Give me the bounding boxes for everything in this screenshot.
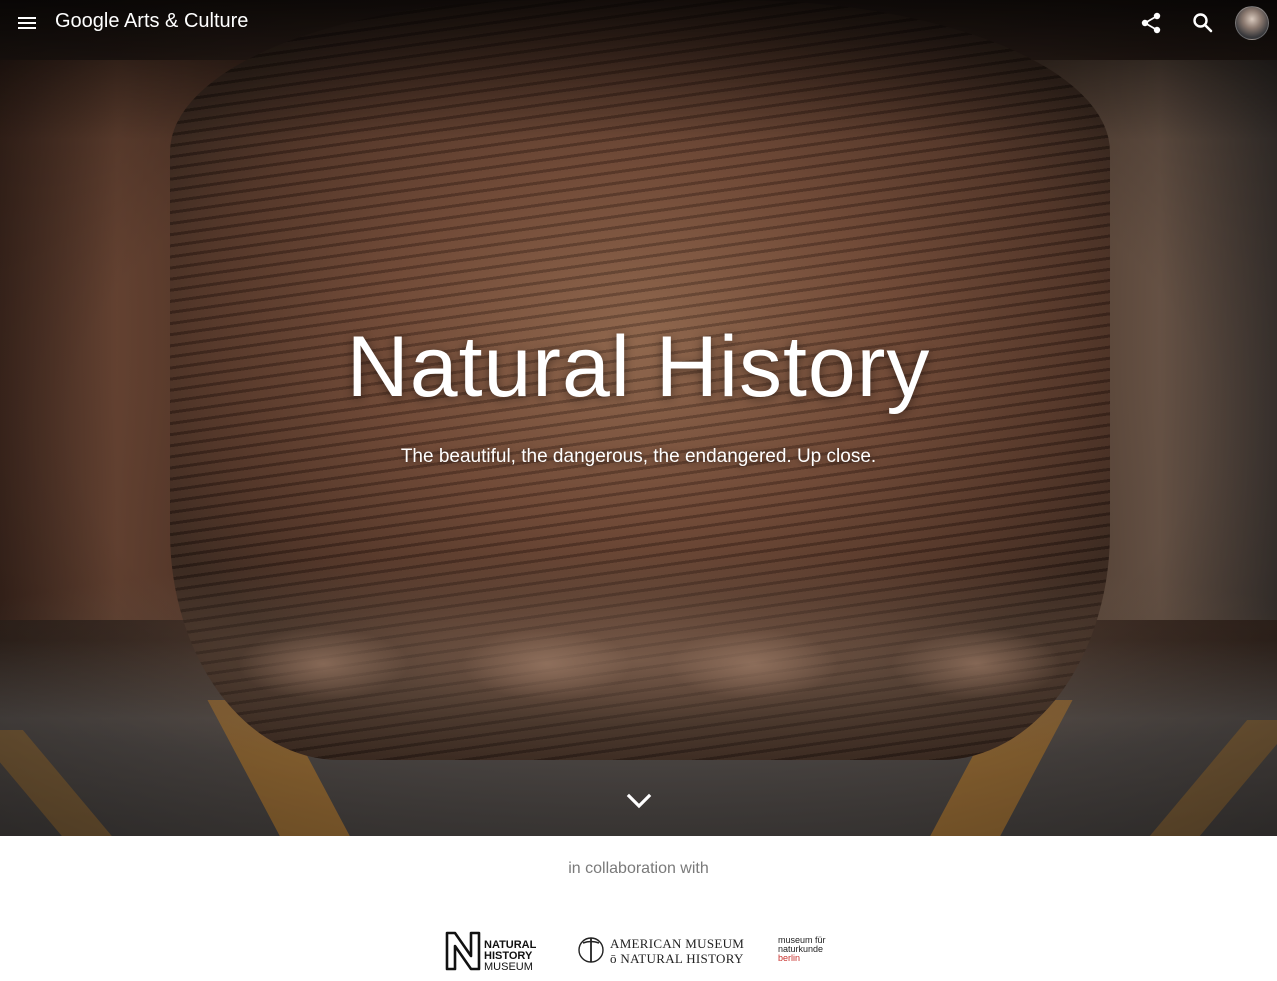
amnh-emblem [578,937,604,963]
mfn-wordmark: museum für naturkunde berlin [778,935,826,963]
page-title: Natural History [346,319,931,415]
partner-museum-fur-naturkunde[interactable]: museum für naturkunde berlin [778,936,848,968]
nhm-wordmark: NATURAL HISTORY MUSEUM [484,939,537,973]
partner-american-museum-natural-history[interactable]: AMERICAN MUSEUM ō NATURAL HISTORY [576,934,744,970]
chevron-down-icon[interactable] [624,786,654,816]
amnh-wordmark: AMERICAN MUSEUM ō NATURAL HISTORY [610,936,745,966]
user-avatar[interactable] [1235,6,1269,40]
vignette [0,0,1277,836]
share-icon[interactable] [1137,9,1165,37]
hamburger-menu-icon[interactable] [14,10,40,36]
collaboration-label: in collaboration with [568,860,709,877]
page-subtitle: The beautiful, the dangerous, the endang… [400,446,877,467]
hero-banner: Natural History The beautiful, the dange… [0,0,1277,836]
brand-logo[interactable]: Google Arts & Culture [55,10,248,33]
nhm-n-logo [445,931,481,971]
partner-natural-history-museum[interactable]: NATURAL HISTORY MUSEUM [444,930,536,974]
search-icon[interactable] [1189,9,1217,37]
top-bar: Google Arts & Culture [0,0,1277,46]
